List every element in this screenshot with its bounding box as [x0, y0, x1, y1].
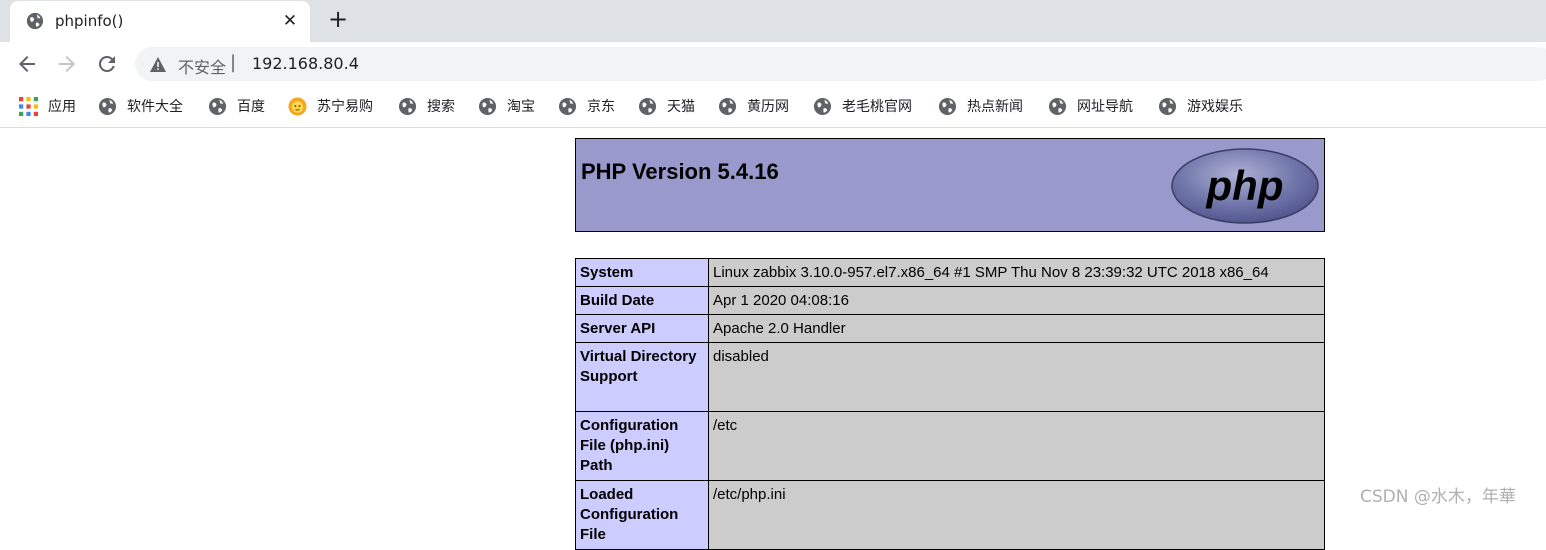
globe-icon — [478, 97, 497, 115]
row-value: Linux zabbix 3.10.0-957.el7.x86_64 #1 SM… — [708, 258, 1325, 287]
bookmark-label: 黄历网 — [747, 99, 789, 115]
tab-strip: phpinfo() ✕ + — [0, 0, 1546, 42]
row-key: Loaded Configuration File — [575, 480, 709, 550]
address-bar[interactable]: 不安全 | 192.168.80.4 — [135, 47, 1546, 81]
bookmark-software[interactable]: 软件大全 — [98, 96, 183, 116]
bookmark-label: 京东 — [587, 99, 615, 115]
globe-icon — [26, 12, 44, 30]
info-table: System Linux zabbix 3.10.0-957.el7.x86_6… — [575, 258, 1325, 550]
bookmark-label: 软件大全 — [127, 99, 183, 115]
tab-phpinfo[interactable]: phpinfo() ✕ — [10, 1, 310, 42]
bookmark-navigation[interactable]: 网址导航 — [1048, 96, 1133, 116]
bookmark-huangli[interactable]: 黄历网 — [718, 96, 789, 116]
toolbar: 不安全 | 192.168.80.4 — [0, 42, 1546, 86]
globe-icon — [98, 97, 117, 115]
table-row: Configuration File (php.ini) Path /etc — [575, 411, 1325, 481]
bookmark-laomaotao[interactable]: 老毛桃官网 — [813, 96, 912, 116]
back-arrow-icon[interactable] — [15, 52, 39, 76]
bookmark-label: 天猫 — [667, 99, 695, 115]
row-key: Server API — [575, 314, 709, 343]
globe-icon — [813, 97, 832, 115]
bookmark-news[interactable]: 热点新闻 — [938, 96, 1023, 116]
bookmark-taobao[interactable]: 淘宝 — [478, 96, 535, 116]
php-header: PHP Version 5.4.16 php — [575, 138, 1325, 232]
separator: | — [230, 52, 237, 73]
bookmark-search[interactable]: 搜索 — [398, 96, 455, 116]
security-label[interactable]: 不安全 — [178, 54, 226, 78]
bookmark-label: 淘宝 — [507, 99, 535, 115]
table-row: Build Date Apr 1 2020 04:08:16 — [575, 286, 1325, 315]
php-logo[interactable]: php — [1170, 147, 1320, 225]
table-row: Loaded Configuration File /etc/php.ini — [575, 480, 1325, 550]
table-row: Server API Apache 2.0 Handler — [575, 314, 1325, 343]
row-value: Apr 1 2020 04:08:16 — [708, 286, 1325, 315]
bookmark-label: 搜索 — [427, 99, 455, 115]
bookmark-label: 应用 — [48, 99, 76, 115]
plus-icon[interactable]: + — [326, 7, 350, 32]
row-value: /etc/php.ini — [708, 480, 1325, 550]
forward-arrow-icon[interactable] — [55, 52, 79, 76]
bookmark-baidu[interactable]: 百度 — [208, 96, 265, 116]
row-value: disabled — [708, 342, 1325, 412]
warning-icon[interactable] — [150, 57, 166, 72]
bookmark-suning[interactable]: 苏宁易购 — [288, 96, 373, 116]
url-text[interactable]: 192.168.80.4 — [252, 54, 359, 73]
bookmark-label: 百度 — [237, 99, 265, 115]
bookmark-apps[interactable]: 应用 — [19, 96, 76, 116]
row-value: /etc — [708, 411, 1325, 481]
row-key: System — [575, 258, 709, 287]
php-logo-text: php — [1206, 162, 1284, 209]
globe-icon — [1048, 97, 1067, 115]
globe-icon — [938, 97, 957, 115]
bookmark-label: 游戏娱乐 — [1187, 99, 1243, 115]
bookmark-games[interactable]: 游戏娱乐 — [1158, 96, 1243, 116]
bookmark-label: 热点新闻 — [967, 99, 1023, 115]
globe-icon — [1158, 97, 1177, 115]
bookmark-tmall[interactable]: 天猫 — [638, 96, 695, 116]
globe-icon — [208, 97, 227, 115]
table-row: System Linux zabbix 3.10.0-957.el7.x86_6… — [575, 258, 1325, 287]
bookmark-jd[interactable]: 京东 — [558, 96, 615, 116]
bookmarks-bar: 应用 软件大全 百度 苏宁易购 搜索 淘宝 京东 天猫 黄历网 老毛桃官网 热点… — [0, 86, 1546, 128]
row-value: Apache 2.0 Handler — [708, 314, 1325, 343]
apps-grid-icon — [19, 96, 38, 116]
suning-lion-icon — [288, 96, 307, 116]
globe-icon — [638, 97, 657, 115]
close-icon[interactable]: ✕ — [280, 11, 300, 31]
globe-icon — [398, 97, 417, 115]
page-content: PHP Version 5.4.16 php System Linux zabb… — [0, 128, 1546, 550]
bookmark-label: 苏宁易购 — [317, 99, 373, 115]
table-row: Virtual Directory Support disabled — [575, 342, 1325, 412]
bookmark-label: 老毛桃官网 — [842, 99, 912, 115]
row-key: Configuration File (php.ini) Path — [575, 411, 709, 481]
bookmark-label: 网址导航 — [1077, 99, 1133, 115]
row-key: Build Date — [575, 286, 709, 315]
globe-icon — [558, 97, 577, 115]
row-key: Virtual Directory Support — [575, 342, 709, 412]
page-title: PHP Version 5.4.16 — [581, 159, 779, 184]
watermark: CSDN @水木，年華 — [1360, 487, 1516, 507]
reload-icon[interactable] — [95, 52, 119, 76]
tab-title: phpinfo() — [55, 12, 124, 30]
globe-icon — [718, 97, 737, 115]
